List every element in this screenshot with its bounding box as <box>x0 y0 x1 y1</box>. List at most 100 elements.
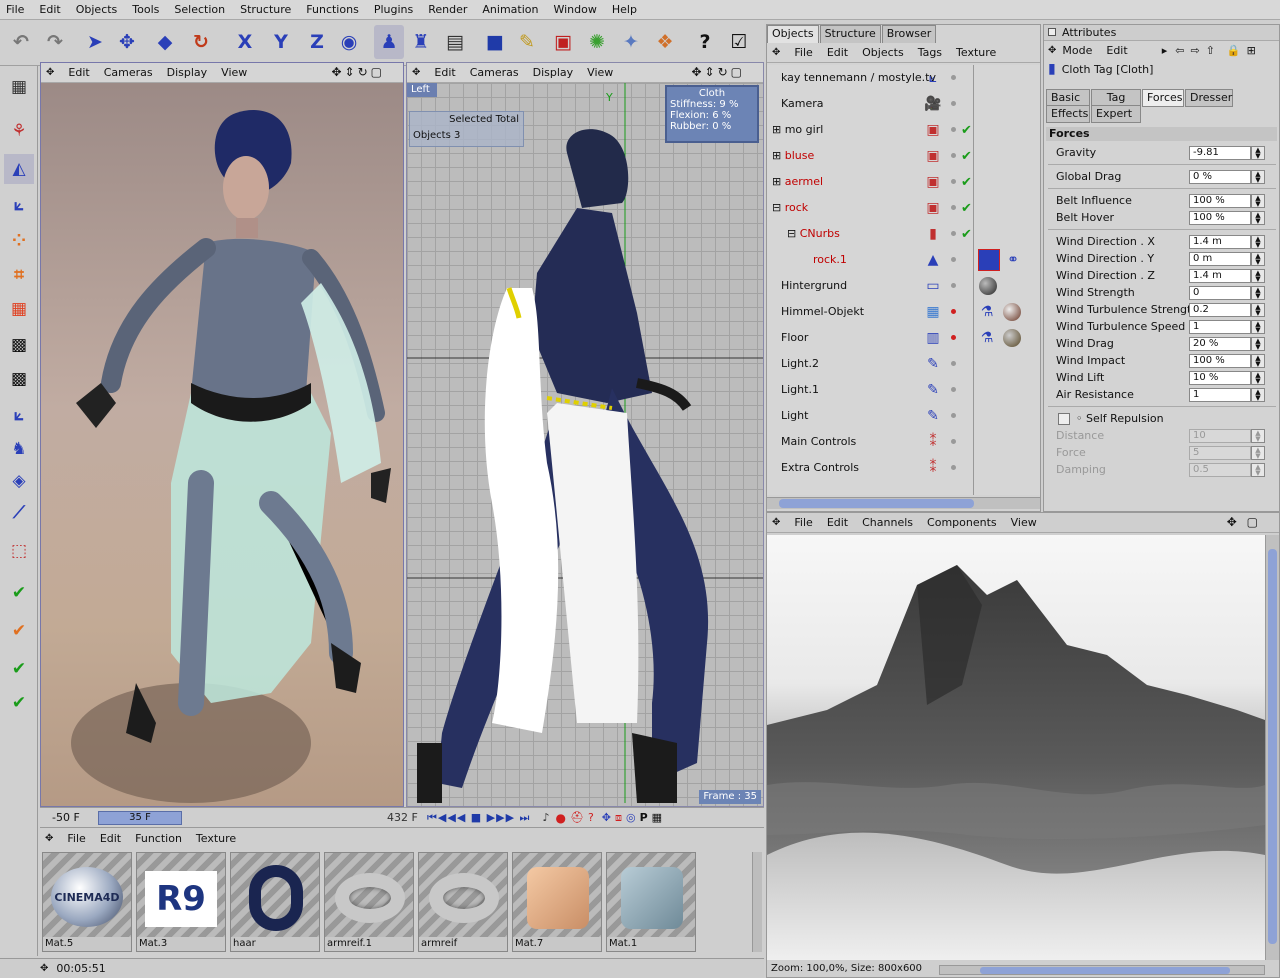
object-menu-tags[interactable]: Tags <box>918 46 942 59</box>
wind-impact-stepper[interactable]: ▲ ▼ <box>1251 354 1265 368</box>
gravity-input[interactable]: -9.81 <box>1189 146 1251 160</box>
viewport-toggle-icon[interactable]: ✥ <box>46 67 54 78</box>
attributes-menu-edit[interactable]: Edit <box>1106 44 1127 57</box>
menu-edit[interactable]: Edit <box>39 3 60 16</box>
keyframe-help-icon[interactable]: ? <box>588 811 594 824</box>
object-row[interactable]: ⊞ mo girl <box>772 121 823 139</box>
cloth-tag-icon[interactable] <box>978 249 1000 271</box>
tab-dresser[interactable]: Dresser <box>1185 89 1233 107</box>
material-swatch[interactable]: Mat.1 <box>606 852 696 952</box>
object-menu-edit[interactable]: Edit <box>827 46 848 59</box>
object-row[interactable]: Kamera <box>781 95 824 113</box>
menu-objects[interactable]: Objects <box>76 3 118 16</box>
symmetry-check-icon[interactable]: ✔ <box>4 688 34 718</box>
wind-strength-stepper[interactable]: ▲ ▼ <box>1251 286 1265 300</box>
key-rotation-icon[interactable]: ◎ <box>626 811 636 824</box>
playback-controls[interactable]: ⏮◀◀◀ ■ ▶▶▶ ⏭ <box>427 811 530 825</box>
object-row[interactable]: Light <box>781 407 808 425</box>
menu-animation[interactable]: Animation <box>482 3 538 16</box>
global-drag-input[interactable]: 0 % <box>1189 170 1251 184</box>
panel-toggle-icon[interactable]: ✥ <box>45 833 53 844</box>
enable-snap-check-icon[interactable]: ✔ <box>4 578 34 608</box>
key-pla-icon[interactable]: ▦ <box>652 811 662 824</box>
points-grid-icon[interactable]: ⁘ <box>4 226 34 256</box>
edges-icon[interactable]: ⌗ <box>4 260 34 290</box>
wind-turbulence-strength-input[interactable]: 0.2 <box>1189 303 1251 317</box>
viewer-vertical-scrollbar[interactable] <box>1265 535 1279 960</box>
wind-drag-input[interactable]: 20 % <box>1189 337 1251 351</box>
rotate-icon[interactable]: ↻ <box>186 25 216 59</box>
menu-file[interactable]: File <box>6 3 24 16</box>
texture-axis-checker-icon[interactable]: ▩ <box>4 364 34 394</box>
wind-turbulence-speed-input[interactable]: 1 <box>1189 320 1251 334</box>
snap-icon[interactable]: ⬚ <box>4 536 34 566</box>
object-row[interactable]: Himmel-Objekt <box>781 303 864 321</box>
sound-icon[interactable]: ♪ <box>542 811 549 824</box>
layout-icon[interactable]: ▦ <box>4 72 34 102</box>
object-row[interactable]: Main Controls <box>781 433 856 451</box>
perspective-menu-cameras[interactable]: Cameras <box>104 66 153 79</box>
object-row[interactable]: kay tennemann / mostyle.tv <box>781 69 936 87</box>
material-swatch[interactable]: armreif <box>418 852 508 952</box>
enabled-check-icon[interactable]: ✔ <box>961 227 972 242</box>
wind-lift-input[interactable]: 10 % <box>1189 371 1251 385</box>
object-row[interactable]: Light.1 <box>781 381 819 399</box>
tab-objects[interactable]: Objects <box>767 25 819 43</box>
enabled-check-icon[interactable]: ✔ <box>961 123 972 138</box>
light-icon[interactable]: ✦ <box>616 25 646 59</box>
self-repulsion-checkbox[interactable] <box>1058 413 1070 425</box>
material-menu-edit[interactable]: Edit <box>100 832 121 845</box>
tab-browser[interactable]: Browser <box>881 25 937 43</box>
autokey-icon[interactable]: ⛑ <box>570 811 584 824</box>
material-menu-texture[interactable]: Texture <box>196 832 236 845</box>
perspective-menu-view[interactable]: View <box>221 66 247 79</box>
expand-arrow-icon[interactable]: ▸ <box>1162 44 1168 57</box>
select-arrow-icon[interactable]: ➤ <box>80 25 110 59</box>
viewer-menu-file[interactable]: File <box>794 516 812 529</box>
axis-icon[interactable]: ⟀ <box>4 190 34 220</box>
checklist-icon[interactable]: ☑ <box>724 25 754 59</box>
menu-structure[interactable]: Structure <box>240 3 291 16</box>
scale-icon[interactable]: ◆ <box>150 25 180 59</box>
wind-lift-stepper[interactable]: ▲ ▼ <box>1251 371 1265 385</box>
object-row[interactable]: rock.1 <box>813 251 847 269</box>
material-tag-icon[interactable] <box>1003 303 1021 321</box>
material-tag-icon[interactable] <box>1003 329 1021 347</box>
belt-hover-stepper[interactable]: ▲ ▼ <box>1251 211 1265 225</box>
material-scrollbar[interactable] <box>752 852 762 952</box>
key-scale-icon[interactable]: ⧈ <box>615 811 622 825</box>
tag-icon[interactable]: ⚗ <box>977 328 997 348</box>
enabled-check-icon[interactable]: ✔ <box>961 149 972 164</box>
material-swatch[interactable]: Mat.7 <box>512 852 602 952</box>
object-row[interactable]: Light.2 <box>781 355 819 373</box>
tag-icon[interactable]: ⚗ <box>977 302 997 322</box>
air-resistance-input[interactable]: 1 <box>1189 388 1251 402</box>
record-icon[interactable]: ● <box>555 811 565 825</box>
new-panel-icon[interactable]: ⊞ <box>1247 44 1256 57</box>
wind-drag-stepper[interactable]: ▲ ▼ <box>1251 337 1265 351</box>
viewer-menu-edit[interactable]: Edit <box>827 516 848 529</box>
y-axis-lock-icon[interactable]: Y <box>266 25 296 59</box>
menu-functions[interactable]: Functions <box>306 3 359 16</box>
wind-direction-z-stepper[interactable]: ▲ ▼ <box>1251 269 1265 283</box>
left-menu-display[interactable]: Display <box>533 66 574 79</box>
help-pointer-icon[interactable]: ? <box>690 25 720 59</box>
belt-influence-input[interactable]: 100 % <box>1189 194 1251 208</box>
viewer-menu-view[interactable]: View <box>1011 516 1037 529</box>
cube-primitive-icon[interactable]: ■ <box>480 25 510 59</box>
viewer-menu-components[interactable]: Components <box>927 516 997 529</box>
object-mode-icon[interactable]: ♟ <box>374 25 404 59</box>
left-menu-view[interactable]: View <box>587 66 613 79</box>
polygons-icon[interactable]: ▦ <box>4 294 34 324</box>
animation-mode-icon[interactable]: ♞ <box>4 434 34 464</box>
air-resistance-stepper[interactable]: ▲ ▼ <box>1251 388 1265 402</box>
tab-effects[interactable]: Effects <box>1046 105 1090 123</box>
wind-direction-y-stepper[interactable]: ▲ ▼ <box>1251 252 1265 266</box>
object-row[interactable]: Hintergrund <box>781 277 847 295</box>
wind-direction-z-input[interactable]: 1.4 m <box>1189 269 1251 283</box>
z-axis-lock-icon[interactable]: Z <box>302 25 332 59</box>
object-menu-texture[interactable]: Texture <box>956 46 996 59</box>
wind-direction-x-stepper[interactable]: ▲ ▼ <box>1251 235 1265 249</box>
wind-impact-input[interactable]: 100 % <box>1189 354 1251 368</box>
tab-expert[interactable]: Expert <box>1091 105 1141 123</box>
